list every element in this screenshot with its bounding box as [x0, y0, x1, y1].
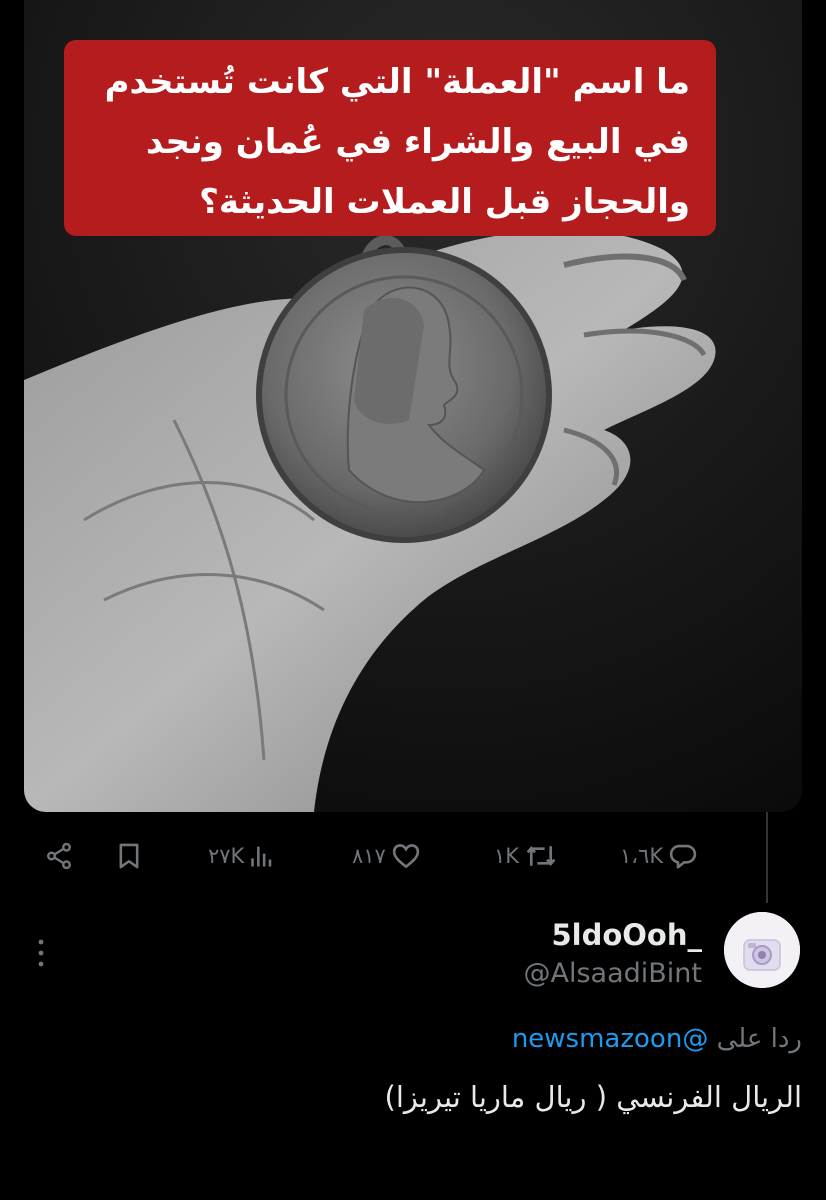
caption-line-1: ما اسم "العملة" التي كانت تُستخدم: [104, 62, 690, 102]
post-action-bar: ٢٧K ٨١٧ ١K ١،٦K: [0, 836, 826, 876]
more-options-icon[interactable]: [32, 938, 50, 968]
like-count: ٨١٧: [352, 844, 386, 868]
share-icon: [44, 841, 74, 871]
repost-button[interactable]: ١K: [494, 836, 558, 876]
views-button[interactable]: ٢٧K: [208, 836, 277, 876]
post-image[interactable]: ما اسم "العملة" التي كانت تُستخدم في الب…: [24, 0, 802, 812]
repost-icon: [524, 841, 558, 871]
repost-count: ١K: [494, 844, 520, 868]
reply-text: الريال الفرنسي ( ريال ماريا تيريزا): [384, 1080, 802, 1114]
views-count: ٢٧K: [208, 844, 245, 868]
share-button[interactable]: [44, 836, 74, 876]
bookmark-button[interactable]: [115, 836, 143, 876]
reply-icon: [668, 841, 698, 871]
views-icon: [249, 841, 277, 871]
replying-to-line: ردا على @newsmazoon: [512, 1024, 802, 1054]
reply-handle[interactable]: @AlsaadiBint: [524, 958, 703, 989]
post-caption: ما اسم "العملة" التي كانت تُستخدم في الب…: [64, 40, 716, 236]
replying-prefix: ردا على: [716, 1024, 802, 1054]
reply-display-name[interactable]: 5ldoOoh_: [551, 918, 702, 952]
replying-to-link[interactable]: @newsmazoon: [512, 1024, 709, 1054]
caption-line-2: في البيع والشراء في عُمان ونجد: [145, 122, 690, 162]
reply-count: ١،٦K: [620, 844, 664, 868]
bookmark-icon: [115, 841, 143, 871]
like-icon: [391, 841, 421, 871]
caption-line-3: والحجاز قبل العملات الحديثة؟: [199, 182, 690, 222]
avatar[interactable]: [724, 912, 800, 988]
reply-button[interactable]: ١،٦K: [620, 836, 698, 876]
camera-avatar-icon: [724, 912, 800, 988]
like-button[interactable]: ٨١٧: [352, 836, 421, 876]
